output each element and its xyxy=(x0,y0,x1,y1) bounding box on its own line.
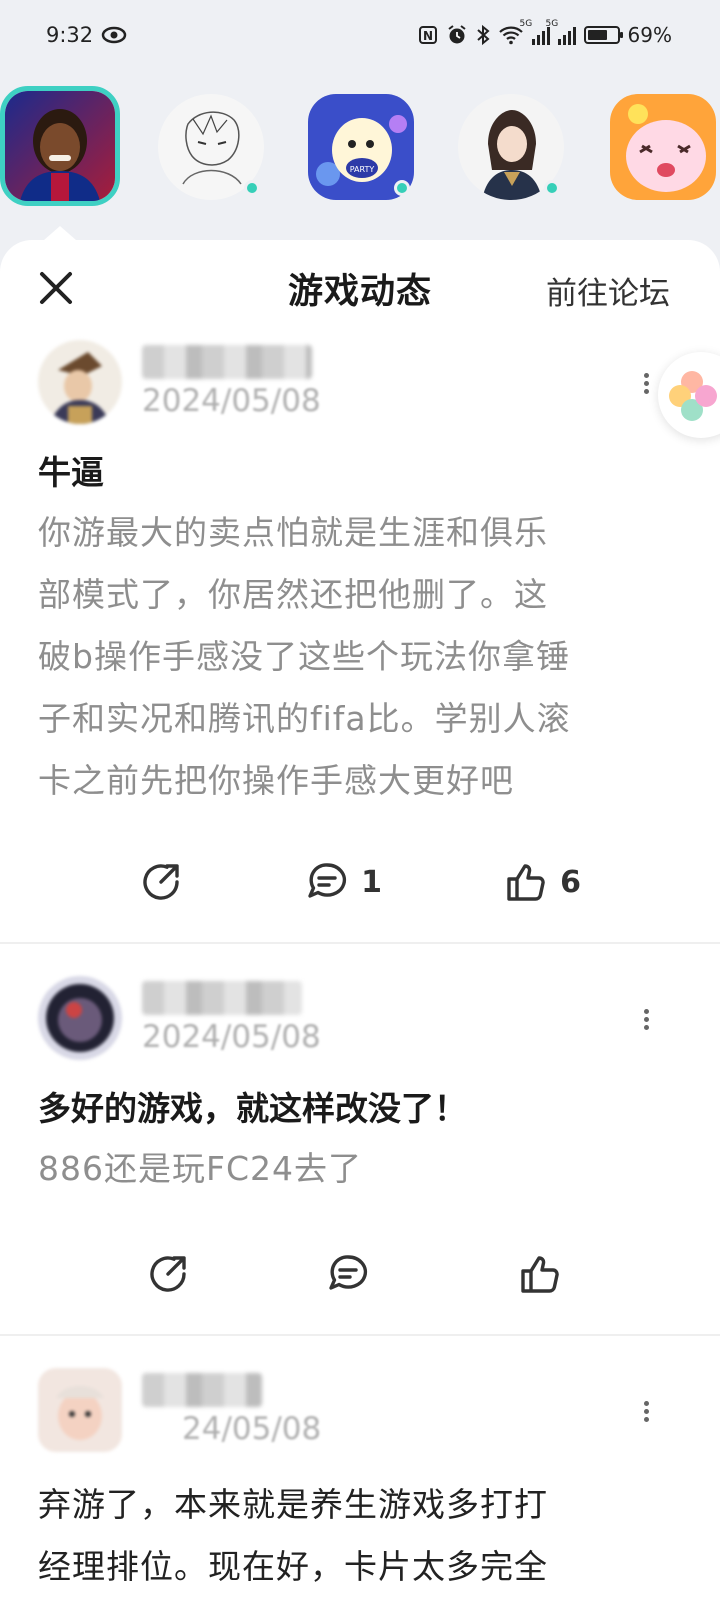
post-body-line: 部模式了，你居然还把他删了。这 xyxy=(38,575,548,614)
post-actions: 1 6 xyxy=(38,822,682,942)
more-options-icon[interactable] xyxy=(636,370,656,400)
post-body-line: 卡之前先把你操作手感大更好吧 xyxy=(38,761,514,800)
post-body-line: 经理排位。现在好，卡片太多完全 xyxy=(38,1547,548,1586)
post-body: 你游最大的卖点怕就是生涯和俱乐 部模式了，你居然还把他删了。这 破b操作手感没了… xyxy=(38,502,682,812)
game-feed-panel: 游戏动态 前往论坛 2024/05/08 牛逼 你游最大的卖点怕就是生涯和俱乐 … xyxy=(0,240,720,1600)
nfc-icon: N xyxy=(418,26,437,44)
player-portrait-icon xyxy=(5,91,115,201)
post-title: 多好的游戏，就这样改没了！ xyxy=(38,1089,467,1128)
post-body-line: 破b操作手感没了这些个玩法你拿锤 xyxy=(38,637,570,676)
post-body-line: 886还是玩FC24去了 xyxy=(38,1149,363,1188)
post-date: 2024/05/08 xyxy=(142,1019,321,1055)
close-icon[interactable] xyxy=(34,266,78,310)
comment-button[interactable]: 1 xyxy=(305,860,382,904)
post-actions xyxy=(38,1214,682,1334)
post-date-text: 2024/05/08 xyxy=(142,383,321,419)
status-bar: 9:32 N 5G 5G 69% xyxy=(0,0,720,70)
share-icon xyxy=(150,1256,186,1292)
like-button[interactable] xyxy=(518,1252,574,1296)
post-date-text: 24/05/08 xyxy=(182,1411,322,1447)
like-count: 6 xyxy=(560,864,581,900)
post-title: 牛逼 xyxy=(38,453,104,492)
go-to-forum-link[interactable]: 前往论坛 xyxy=(546,268,670,313)
share-button[interactable] xyxy=(146,1252,190,1296)
bluetooth-icon xyxy=(476,24,490,46)
author-name[interactable] xyxy=(142,345,312,379)
thumbs-up-icon xyxy=(521,1256,559,1293)
share-button[interactable] xyxy=(139,860,183,904)
online-dot xyxy=(394,180,410,196)
avatar[interactable] xyxy=(38,1368,122,1452)
battery-percent: 69% xyxy=(627,23,672,47)
status-time: 9:32 xyxy=(46,23,94,47)
post-date-text: 2024/05/08 xyxy=(142,1019,321,1055)
eye-icon xyxy=(101,26,127,44)
more-options-icon[interactable] xyxy=(636,1398,656,1428)
post-item[interactable]: 2024/05/08 牛逼 你游最大的卖点怕就是生涯和俱乐 部模式了，你居然还把… xyxy=(0,322,720,942)
selected-indicator xyxy=(44,226,76,240)
thumbs-up-icon xyxy=(507,864,545,901)
comment-count: 1 xyxy=(361,864,382,900)
post-date: 2024/05/08 xyxy=(142,383,321,419)
post-body: 弃游了，本来就是养生游戏多打打 经理排位。现在好，卡片太多完全 xyxy=(38,1474,682,1598)
comment-icon xyxy=(308,863,347,898)
svg-text:N: N xyxy=(423,29,433,43)
avatar[interactable] xyxy=(38,340,122,424)
avatar-ronaldinho[interactable] xyxy=(0,86,120,206)
signal-5g-icon: 5G xyxy=(546,19,576,45)
post-body-line: 弃游了，本来就是养生游戏多打打 xyxy=(38,1485,548,1524)
game-switcher: PARTY xyxy=(0,86,720,210)
post-author: 2024/05/08 xyxy=(38,322,682,442)
post-author: 2024/05/08 xyxy=(38,958,682,1078)
more-options-icon[interactable] xyxy=(636,1006,656,1036)
like-button[interactable]: 6 xyxy=(504,860,581,904)
post-author: 24/05/08 xyxy=(38,1350,682,1470)
post-body-line: 你游最大的卖点怕就是生涯和俱乐 xyxy=(38,513,548,552)
author-name[interactable] xyxy=(142,981,302,1015)
avatar[interactable] xyxy=(38,976,122,1060)
post-date: 24/05/08 xyxy=(142,1411,321,1447)
author-name[interactable] xyxy=(142,1373,262,1407)
avatar-cat-game[interactable] xyxy=(610,94,716,200)
page-title: 游戏动态 xyxy=(287,271,432,312)
online-dot xyxy=(244,180,260,196)
comment-icon xyxy=(329,1255,368,1290)
post-body-line: 子和实况和腾讯的fifa比。学别人滚 xyxy=(38,699,571,738)
post-item[interactable]: 24/05/08 弃游了，本来就是养生游戏多打打 经理排位。现在好，卡片太多完全 xyxy=(0,1336,720,1598)
alarm-icon xyxy=(447,25,466,44)
online-dot xyxy=(544,180,560,196)
comment-button[interactable] xyxy=(326,1252,382,1296)
battery-icon xyxy=(583,26,623,44)
share-icon xyxy=(143,864,179,900)
svg-text:PARTY: PARTY xyxy=(350,165,375,174)
post-body: 886还是玩FC24去了 xyxy=(38,1138,682,1200)
post-item[interactable]: 2024/05/08 多好的游戏，就这样改没了！ 886还是玩FC24去了 xyxy=(0,944,720,1334)
